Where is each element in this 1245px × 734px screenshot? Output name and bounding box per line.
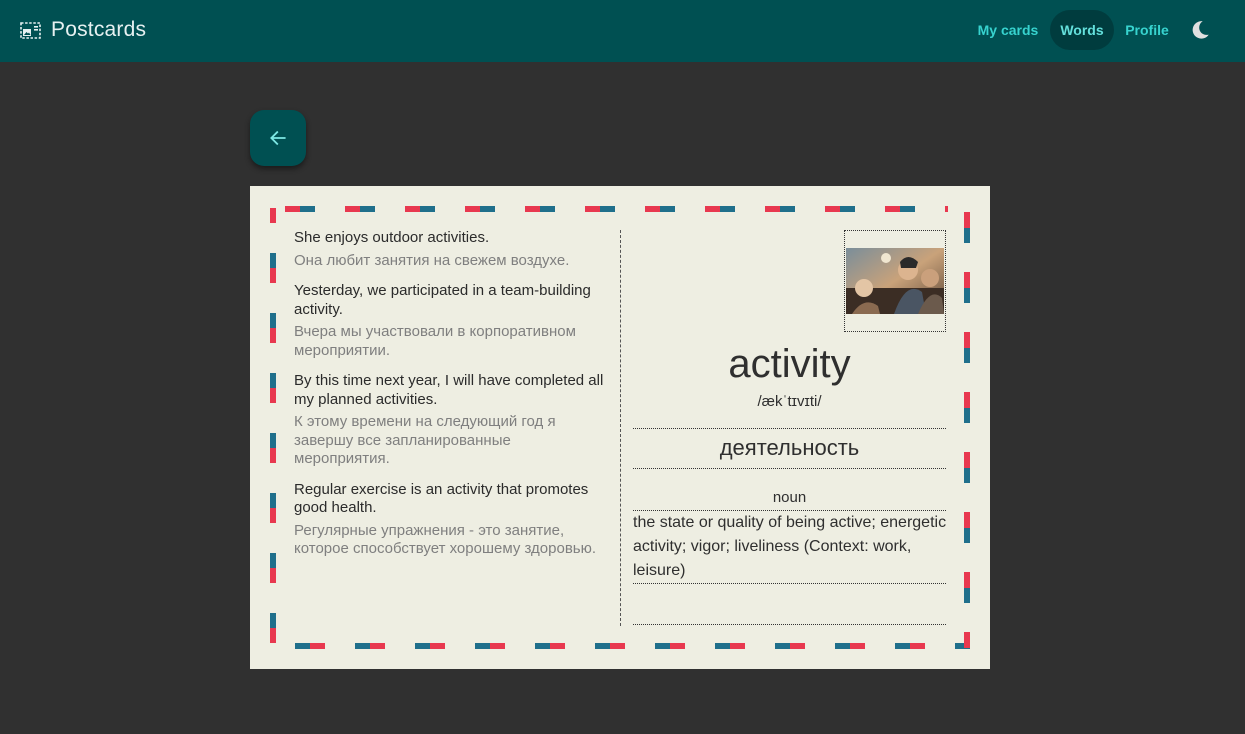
separator [633,428,946,429]
word-transcription: /ækˈtɪvɪti/ [757,393,822,410]
example-item: She enjoys outdoor activities. Она любит… [294,229,606,270]
example-sentence: By this time next year, I will have comp… [294,372,604,408]
example-list: She enjoys outdoor activities. Она любит… [294,229,606,571]
airmail-border-left [270,208,276,644]
separator [633,468,946,469]
example-translation: Вчера мы участвовали в корпоративном мер… [294,323,576,359]
nav-words[interactable]: Words [1050,10,1114,50]
word-photo [846,248,944,314]
nav-profile[interactable]: Profile [1118,10,1176,50]
airmail-border-bottom [295,643,970,649]
app-title: Postcards [51,18,147,41]
stamp-photo-frame [844,230,946,332]
brand[interactable]: Postcards [20,16,146,44]
example-item: Yesterday, we participated in a team-bui… [294,282,606,360]
card-divider [620,230,621,626]
example-sentence: Yesterday, we participated in a team-bui… [294,282,591,318]
example-translation: Она любит занятия на свежем воздухе. [294,251,570,269]
part-of-speech: noun [772,489,807,506]
back-button[interactable] [250,110,306,166]
word-definition: the state or quality of being active; en… [633,514,947,579]
arrow-left-icon [270,130,286,146]
example-item: By this time next year, I will have comp… [294,372,606,469]
example-item: Regular exercise is an activity that pro… [294,481,606,559]
word-translation: деятельность [719,435,860,460]
word-title: activity [728,342,851,386]
theme-toggle-button[interactable] [1184,14,1216,46]
postcard-icon [20,22,41,39]
separator [633,583,946,584]
moon-icon [1192,21,1209,39]
nav-my-cards[interactable]: My cards [970,10,1046,50]
top-app-bar: Postcards My cards Words Profile [0,0,1245,62]
separator [633,624,946,625]
example-translation: Регулярные упражнения - это занятие, кот… [294,521,597,558]
airmail-border-right [964,212,970,648]
example-translation: К этому времени на следующий год я завер… [294,413,556,467]
example-sentence: She enjoys outdoor activities. [294,229,490,246]
example-sentence: Regular exercise is an activity that pro… [294,480,589,517]
airmail-border-top [270,206,948,212]
